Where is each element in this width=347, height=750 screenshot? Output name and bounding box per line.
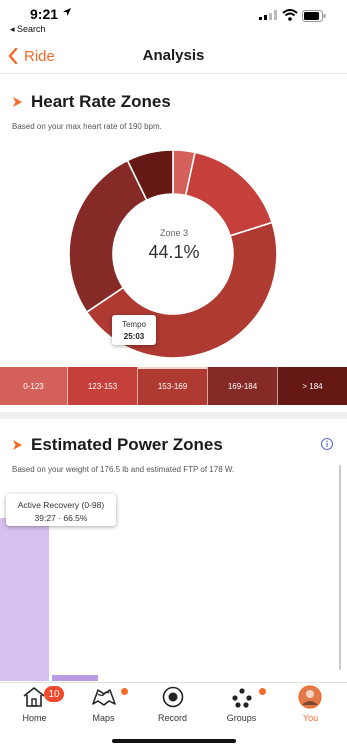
hr-zone-5[interactable]: > 184 — [278, 367, 347, 405]
power-tooltip-title: Active Recovery (0-98) — [17, 500, 105, 510]
tab-you-label: You — [302, 713, 319, 723]
power-tooltip-value: 39:27 · 66.5% — [34, 513, 88, 523]
tab-maps[interactable]: Maps — [69, 683, 138, 727]
tab-home[interactable]: 10 Home — [0, 683, 69, 727]
tab-groups-label: Groups — [226, 713, 257, 723]
hr-zone-3[interactable]: 153-169 — [138, 367, 208, 405]
power-subtitle: Based on your weight of 176.5 lb and est… — [12, 465, 235, 474]
maps-dot-badge — [121, 688, 128, 695]
tab-home-label: Home — [22, 713, 47, 723]
hr-donut-chart[interactable] — [0, 0, 347, 370]
power-tooltip: Active Recovery (0-98) 39:27 · 66.5% — [6, 494, 116, 526]
donut-slice-zone-2[interactable] — [184, 151, 274, 237]
scrollbar[interactable] — [339, 465, 341, 670]
tab-record[interactable]: Record — [138, 683, 207, 727]
donut-zone-percent: 44.1% — [148, 242, 200, 262]
power-section-header: Estimated Power Zones — [12, 435, 223, 455]
tab-groups[interactable]: Groups — [207, 683, 276, 727]
home-icon — [23, 687, 45, 707]
hr-zone-3-label: 153-169 — [157, 381, 188, 391]
groups-icon — [232, 688, 252, 708]
hr-zone-4[interactable]: 169-184 — [208, 367, 278, 405]
tab-maps-label: Maps — [92, 713, 115, 723]
info-icon[interactable] — [320, 437, 334, 451]
power-section-title: Estimated Power Zones — [31, 435, 223, 454]
hr-zone-1[interactable]: 0-123 — [0, 367, 68, 405]
home-notification-badge: 10 — [44, 686, 64, 702]
hr-zone-4-label: 169-184 — [227, 381, 258, 391]
home-indicator — [112, 739, 236, 743]
section-divider — [0, 412, 347, 419]
tab-record-label: Record — [157, 713, 187, 723]
groups-dot-badge — [259, 688, 266, 695]
power-zone-2-bar[interactable] — [52, 675, 98, 681]
hr-zone-2[interactable]: 123-153 — [68, 367, 138, 405]
hr-zone-5-label: > 184 — [302, 381, 323, 391]
hr-zone-2-label: 123-153 — [87, 381, 118, 391]
power-zone-1-bar[interactable] — [0, 518, 49, 681]
hr-tooltip-title: Tempo — [121, 320, 146, 329]
record-icon — [162, 686, 184, 708]
donut-zone-label: Zone 3 — [159, 228, 189, 238]
strava-chevron-icon — [13, 440, 22, 450]
avatar — [298, 685, 322, 709]
hr-zone-1-label: 0-123 — [23, 381, 44, 391]
donut-center: Zone 3 44.1% — [118, 228, 230, 263]
map-icon — [92, 689, 116, 706]
hr-zone-bar: 0-123 123-153 153-169 169-184 > 184 — [0, 367, 347, 405]
hr-tooltip: Tempo 25:03 — [112, 315, 156, 345]
hr-tooltip-value: 25:03 — [123, 332, 145, 341]
tab-you[interactable]: You — [276, 683, 345, 727]
